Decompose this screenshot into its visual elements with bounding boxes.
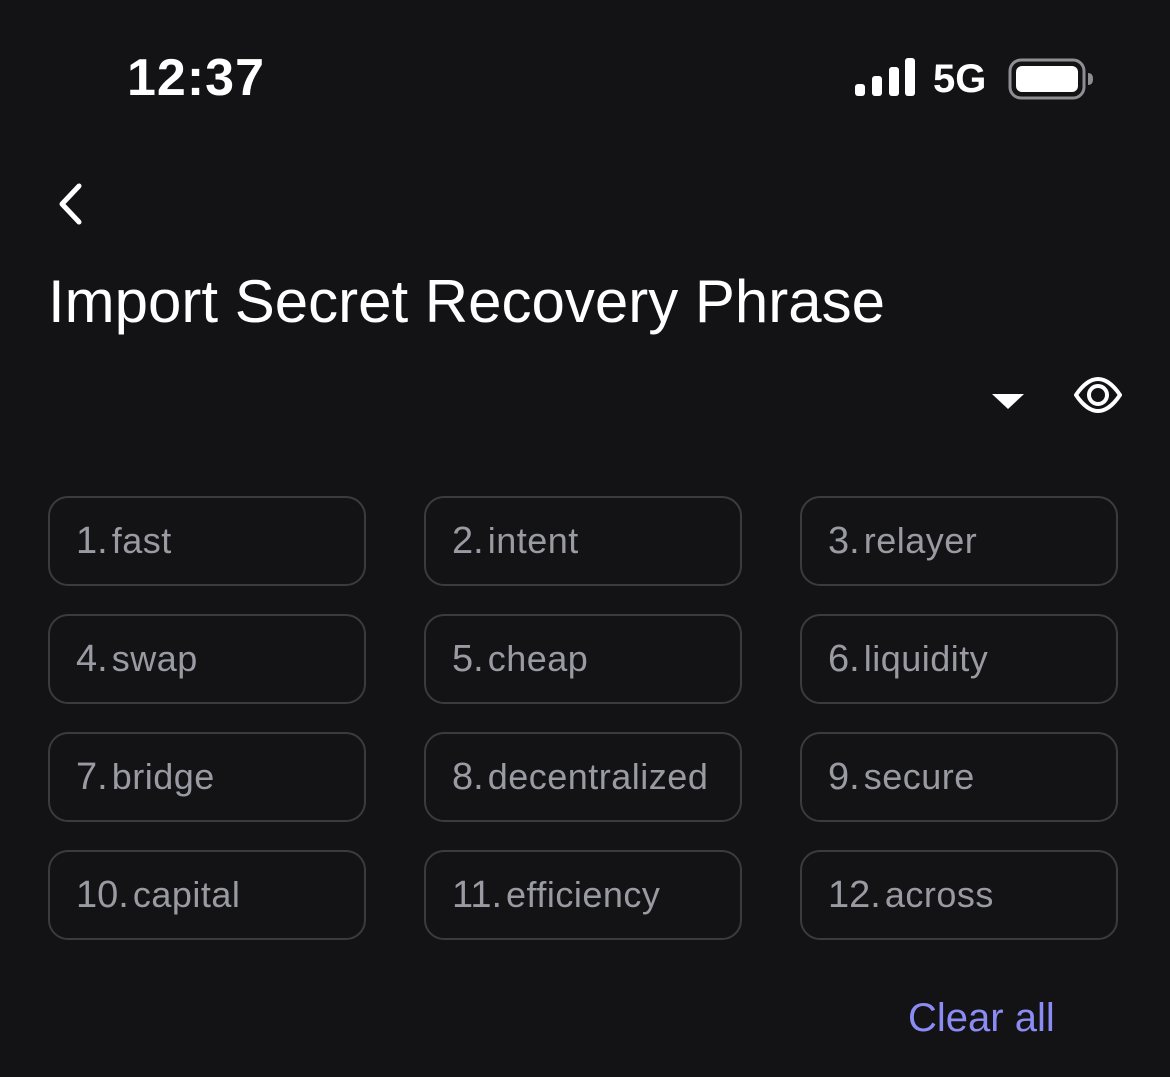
show-phrase-toggle[interactable] (1070, 372, 1126, 418)
word-value: fast (111, 520, 172, 561)
word-field-4[interactable]: 4. swap (48, 614, 366, 704)
status-bar: 12:37 5G (0, 0, 1170, 150)
word-index: 11. (452, 874, 503, 916)
page-title: Import Secret Recovery Phrase (48, 268, 885, 335)
triangle-down-icon (992, 394, 1024, 409)
word-field-1[interactable]: 1. fast (48, 496, 366, 586)
word-value: decentralized (487, 756, 709, 797)
battery-icon (1008, 58, 1093, 100)
word-field-5[interactable]: 5. cheap (424, 614, 742, 704)
word-index: 12. (828, 874, 881, 916)
word-field-10[interactable]: 10. capital (48, 850, 366, 940)
word-index: 7. (76, 756, 108, 798)
cellular-signal-icon (855, 58, 915, 96)
word-value: efficiency (506, 874, 661, 915)
word-index: 6. (828, 638, 860, 680)
word-field-7[interactable]: 7. bridge (48, 732, 366, 822)
chevron-left-icon (59, 183, 82, 225)
dropdown-button[interactable] (984, 378, 1032, 418)
word-index: 4. (76, 638, 108, 680)
word-index: 10. (76, 874, 129, 916)
word-value: intent (487, 520, 579, 561)
back-button[interactable] (46, 176, 102, 232)
word-value: bridge (111, 756, 215, 797)
word-value: capital (132, 874, 241, 915)
word-field-2[interactable]: 2. intent (424, 496, 742, 586)
word-index: 2. (452, 520, 484, 562)
word-value: liquidity (863, 638, 989, 679)
eye-icon (1074, 377, 1122, 413)
word-field-3[interactable]: 3. relayer (800, 496, 1118, 586)
word-value: relayer (863, 520, 978, 561)
word-field-6[interactable]: 6. liquidity (800, 614, 1118, 704)
clear-all-button[interactable]: Clear all (908, 994, 1055, 1042)
word-field-12[interactable]: 12. across (800, 850, 1118, 940)
word-field-9[interactable]: 9. secure (800, 732, 1118, 822)
word-value: cheap (487, 638, 589, 679)
word-field-11[interactable]: 11. efficiency (424, 850, 742, 940)
word-index: 1. (76, 520, 108, 562)
word-value: across (884, 874, 994, 915)
word-index: 3. (828, 520, 860, 562)
word-value: swap (111, 638, 198, 679)
word-index: 8. (452, 756, 484, 798)
word-index: 9. (828, 756, 860, 798)
word-index: 5. (452, 638, 484, 680)
word-value: secure (863, 756, 975, 797)
word-field-8[interactable]: 8. decentralized (424, 732, 742, 822)
network-type: 5G (933, 57, 987, 101)
status-time: 12:37 (127, 49, 265, 107)
